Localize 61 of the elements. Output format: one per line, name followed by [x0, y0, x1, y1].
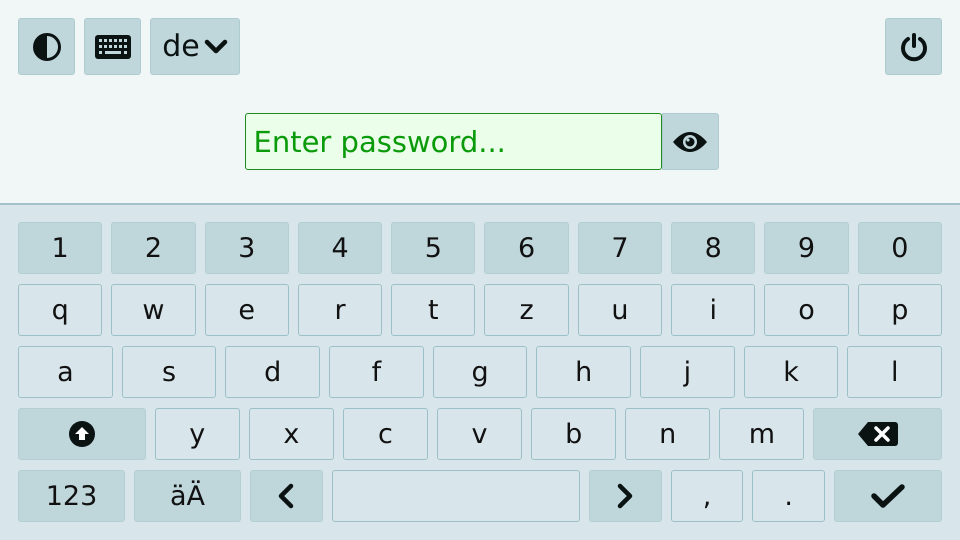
- letter-key[interactable]: c: [342, 408, 428, 460]
- contrast-button[interactable]: [18, 18, 75, 75]
- letter-key[interactable]: i: [671, 284, 756, 336]
- left-arrow-key[interactable]: [250, 470, 323, 522]
- chevron-right-icon: [617, 483, 634, 509]
- digit-key[interactable]: 4: [298, 222, 382, 274]
- mode-key[interactable]: äÄ: [134, 470, 242, 522]
- letter-key[interactable]: m: [719, 408, 804, 460]
- digit-key[interactable]: 1: [18, 222, 102, 274]
- letter-key[interactable]: k: [744, 346, 838, 398]
- keyboard-button[interactable]: [84, 18, 141, 75]
- chevron-left-icon: [278, 483, 294, 509]
- letter-key[interactable]: o: [764, 284, 849, 336]
- letter-key[interactable]: a: [18, 346, 113, 398]
- checkmark-icon: [870, 483, 905, 509]
- letter-key[interactable]: w: [111, 284, 196, 336]
- letter-key[interactable]: p: [858, 284, 942, 336]
- right-arrow-key[interactable]: [589, 470, 662, 522]
- eye-icon: [672, 130, 708, 154]
- password-field[interactable]: Enter password...: [244, 113, 662, 170]
- digit-key[interactable]: 7: [578, 222, 662, 274]
- letter-key[interactable]: t: [391, 284, 476, 336]
- letter-key[interactable]: r: [298, 284, 382, 336]
- letter-key[interactable]: q: [18, 284, 102, 336]
- letter-key[interactable]: ,: [670, 470, 744, 522]
- letter-key[interactable]: y: [154, 408, 240, 460]
- shift-icon: [68, 421, 95, 447]
- letter-key[interactable]: x: [248, 408, 334, 460]
- backspace-icon: [858, 422, 898, 446]
- contrast-icon: [32, 32, 62, 62]
- power-button[interactable]: [885, 18, 942, 75]
- enter-key[interactable]: [834, 470, 942, 522]
- digit-key[interactable]: 3: [204, 222, 289, 274]
- letter-key[interactable]: u: [578, 284, 662, 336]
- digit-key[interactable]: 5: [391, 222, 476, 274]
- digit-key[interactable]: 9: [764, 222, 849, 274]
- letter-key[interactable]: f: [329, 346, 424, 398]
- letter-key[interactable]: s: [122, 346, 216, 398]
- digit-key[interactable]: 2: [111, 222, 196, 274]
- backspace-key[interactable]: [813, 408, 942, 460]
- letter-key[interactable]: d: [225, 346, 320, 398]
- mode-key[interactable]: 123: [18, 470, 126, 522]
- letter-key[interactable]: n: [625, 408, 710, 460]
- shift-key[interactable]: [18, 408, 146, 460]
- power-icon: [898, 32, 928, 62]
- letter-key[interactable]: e: [204, 284, 289, 336]
- show-password-button[interactable]: [662, 113, 718, 170]
- letter-key[interactable]: h: [536, 346, 632, 398]
- letter-key[interactable]: l: [847, 346, 942, 398]
- letter-key[interactable]: v: [436, 408, 522, 460]
- letter-key[interactable]: j: [640, 346, 735, 398]
- digit-key[interactable]: 8: [671, 222, 756, 274]
- chevron-down-icon: [204, 38, 228, 54]
- letter-key[interactable]: z: [484, 284, 569, 336]
- letter-key[interactable]: g: [432, 346, 528, 398]
- keyboard-icon: [94, 34, 130, 58]
- digit-key[interactable]: 6: [484, 222, 569, 274]
- digit-key[interactable]: 0: [858, 222, 942, 274]
- letter-key[interactable]: .: [752, 470, 825, 522]
- language-dropdown[interactable]: de: [150, 18, 240, 75]
- letter-key[interactable]: b: [531, 408, 616, 460]
